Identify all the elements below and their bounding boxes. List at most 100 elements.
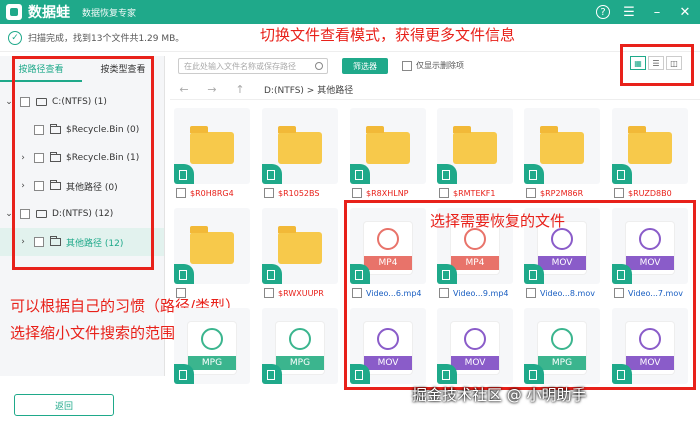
tab-by-path[interactable]: 按路径查看	[0, 56, 82, 82]
tree-item-d-drive[interactable]: ⌄ D:(NTFS) (12)	[0, 200, 164, 228]
back-arrow-icon[interactable]: ←	[170, 83, 198, 96]
file-name-row: Video...7.mov	[612, 288, 688, 298]
file-thumbnail[interactable]	[350, 108, 426, 184]
chevron-down-icon[interactable]: ⌄	[4, 209, 14, 219]
file-thumbnail[interactable]: MOV	[350, 308, 426, 384]
chevron-right-icon[interactable]: ›	[18, 237, 28, 247]
file-item[interactable]: MP4 Video...6.mp4	[350, 208, 426, 298]
file-item[interactable]: $R0H8RG4	[174, 108, 250, 198]
checkbox[interactable]	[176, 188, 186, 198]
breadcrumb: D:(NTFS) > 其他路径	[264, 86, 354, 96]
checkbox[interactable]	[439, 188, 449, 198]
file-thumbnail[interactable]	[524, 108, 600, 184]
file-item[interactable]: $RP2M86R	[524, 108, 600, 198]
app-name: 数据蛙	[28, 5, 70, 21]
up-arrow-icon[interactable]: ↑	[226, 83, 254, 96]
file-item[interactable]: $R8XHLNP	[350, 108, 426, 198]
file-item[interactable]: $RMTEKF1	[437, 108, 513, 198]
file-thumbnail[interactable]	[612, 108, 688, 184]
file-item[interactable]: MOV	[350, 308, 426, 384]
file-name: $RUZD8B0	[628, 188, 672, 198]
file-item[interactable]: MPG	[174, 308, 250, 384]
tab-by-type[interactable]: 按类型查看	[82, 56, 164, 82]
file-item[interactable]	[174, 208, 250, 298]
file-type-badge: MOV	[626, 356, 674, 370]
sidebar-tabs: 按路径查看 按类型查看	[0, 56, 164, 82]
file-item[interactable]: MPG	[262, 308, 338, 384]
tree-item-recycle-bin-1[interactable]: › $Recycle.Bin (1)	[0, 144, 164, 172]
file-item[interactable]: MOV	[437, 308, 513, 384]
file-item[interactable]: MPG	[524, 308, 600, 384]
detail-view-icon[interactable]: ◫	[666, 56, 682, 70]
file-thumbnail[interactable]: MOV	[612, 208, 688, 284]
help-icon[interactable]: ?	[596, 5, 610, 19]
back-button[interactable]: 返回	[14, 394, 114, 416]
file-thumbnail[interactable]: MOV	[612, 308, 688, 384]
file-thumbnail[interactable]: MPG	[524, 308, 600, 384]
checkbox[interactable]	[614, 188, 624, 198]
file-name-row: Video...6.mp4	[350, 288, 426, 298]
checkbox[interactable]	[352, 288, 362, 298]
file-thumbnail[interactable]	[174, 108, 250, 184]
film-reel-icon	[201, 328, 223, 350]
filter-button[interactable]: 筛选器	[342, 58, 388, 74]
sidebar-tree: ⌄ C:(NTFS) (1) $Recycle.Bin (0) › $Recyc…	[0, 88, 164, 256]
file-thumbnail[interactable]: MP4	[350, 208, 426, 284]
tree-item-recycle-bin-0[interactable]: $Recycle.Bin (0)	[0, 116, 164, 144]
checkbox[interactable]	[34, 153, 44, 163]
file-thumbnail[interactable]	[262, 108, 338, 184]
grid-view-icon[interactable]: ▦	[630, 56, 646, 70]
deleted-trash-icon	[262, 264, 282, 284]
menu-icon[interactable]: ☰	[620, 3, 638, 21]
file-item[interactable]: $RUZD8B0	[612, 108, 688, 198]
file-thumbnail[interactable]: MPG	[262, 308, 338, 384]
file-item[interactable]: MOV	[612, 308, 688, 384]
file-thumbnail[interactable]	[174, 208, 250, 284]
deleted-only-toggle[interactable]: 仅显示删除项	[402, 60, 464, 71]
minimize-icon[interactable]: –	[648, 3, 666, 21]
chevron-down-icon[interactable]: ⌄	[4, 97, 14, 107]
tree-item-label: 其他路径 (12)	[66, 238, 124, 249]
checkbox[interactable]	[34, 181, 44, 191]
tree-item-other-path-d[interactable]: › 其他路径 (12)	[0, 228, 164, 256]
checkbox[interactable]	[264, 288, 274, 298]
file-name: Video...7.mov	[628, 288, 683, 298]
folder-icon	[50, 180, 61, 190]
checkbox[interactable]	[20, 97, 30, 107]
checkbox[interactable]	[526, 188, 536, 198]
checkbox[interactable]	[264, 188, 274, 198]
folder-icon	[366, 126, 410, 164]
checkbox[interactable]	[526, 288, 536, 298]
chevron-right-icon[interactable]: ›	[18, 181, 28, 191]
checkbox[interactable]	[352, 188, 362, 198]
video-file-icon: MOV	[626, 322, 674, 374]
file-thumbnail[interactable]: MOV	[437, 308, 513, 384]
chevron-right-icon[interactable]: ›	[18, 153, 28, 163]
file-thumbnail[interactable]	[437, 108, 513, 184]
close-icon[interactable]: ✕	[676, 3, 694, 21]
tree-item-label: $Recycle.Bin (0)	[66, 125, 140, 135]
checkbox[interactable]	[614, 288, 624, 298]
search-input[interactable]: 在此处输入文件名称或保存路径	[178, 58, 328, 74]
file-item[interactable]: $RWXUUPR	[262, 208, 338, 298]
checkbox[interactable]	[34, 237, 44, 247]
search-icon[interactable]	[315, 62, 323, 70]
watermark: 掘金技术社区 @ 小明助手	[412, 386, 587, 404]
file-thumbnail[interactable]: MPG	[174, 308, 250, 384]
tree-item-other-path-c[interactable]: › 其他路径 (0)	[0, 172, 164, 200]
file-item[interactable]: $R1052BS	[262, 108, 338, 198]
checkbox[interactable]	[439, 288, 449, 298]
list-view-icon[interactable]: ☰	[648, 56, 664, 70]
checkbox[interactable]	[20, 209, 30, 219]
checkbox[interactable]	[402, 60, 412, 71]
tree-item-c-drive[interactable]: ⌄ C:(NTFS) (1)	[0, 88, 164, 116]
view-mode-switch: ▦ ☰ ◫	[630, 56, 682, 70]
file-thumbnail[interactable]	[262, 208, 338, 284]
checkbox[interactable]	[176, 288, 186, 298]
checkbox[interactable]	[34, 125, 44, 135]
file-name-row: $R8XHLNP	[350, 188, 426, 198]
file-item[interactable]: MOV Video...7.mov	[612, 208, 688, 298]
forward-arrow-icon[interactable]: →	[198, 83, 226, 96]
film-reel-icon	[639, 228, 661, 250]
scan-status-text: 扫描完成，找到13个文件共1.29 MB。	[28, 34, 185, 44]
